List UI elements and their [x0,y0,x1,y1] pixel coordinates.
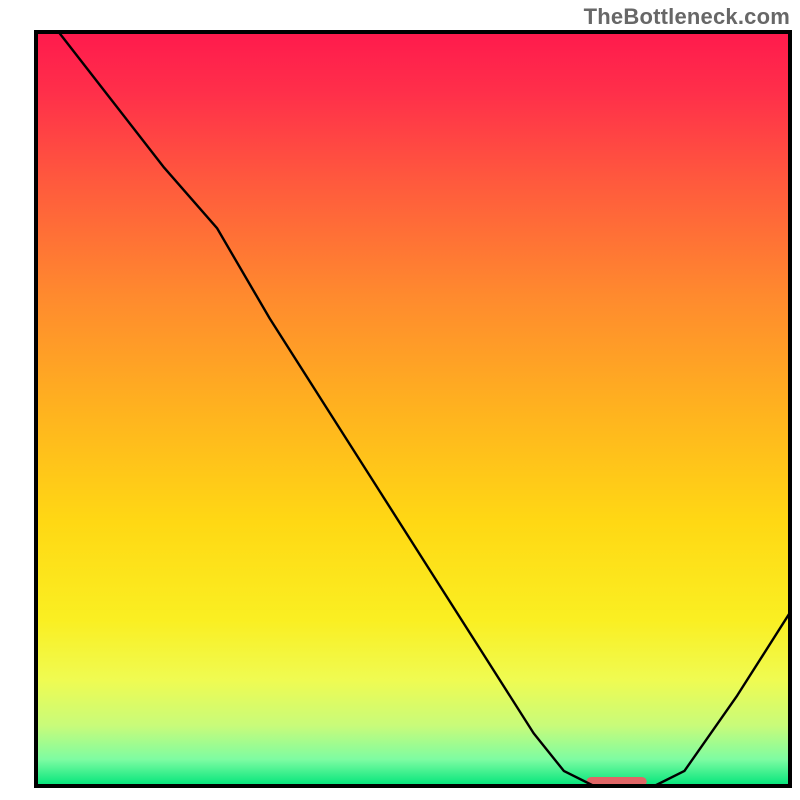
chart-frame: TheBottleneck.com [0,0,800,800]
plot-background [36,32,790,786]
bottleneck-chart [0,0,800,800]
watermark-text: TheBottleneck.com [584,4,790,30]
